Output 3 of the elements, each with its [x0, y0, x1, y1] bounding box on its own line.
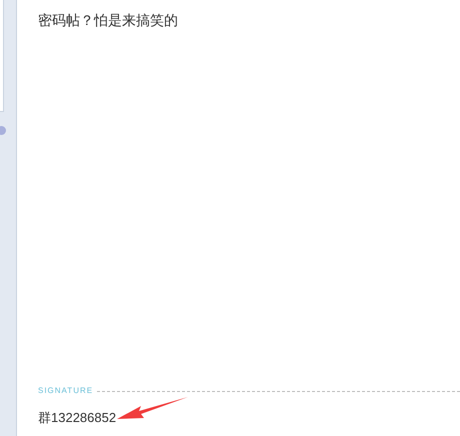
signature-text: 群132286852: [38, 410, 116, 426]
post-text: 密码帖？怕是来搞笑的: [38, 11, 179, 29]
signature-label: SIGNATURE: [38, 386, 94, 396]
